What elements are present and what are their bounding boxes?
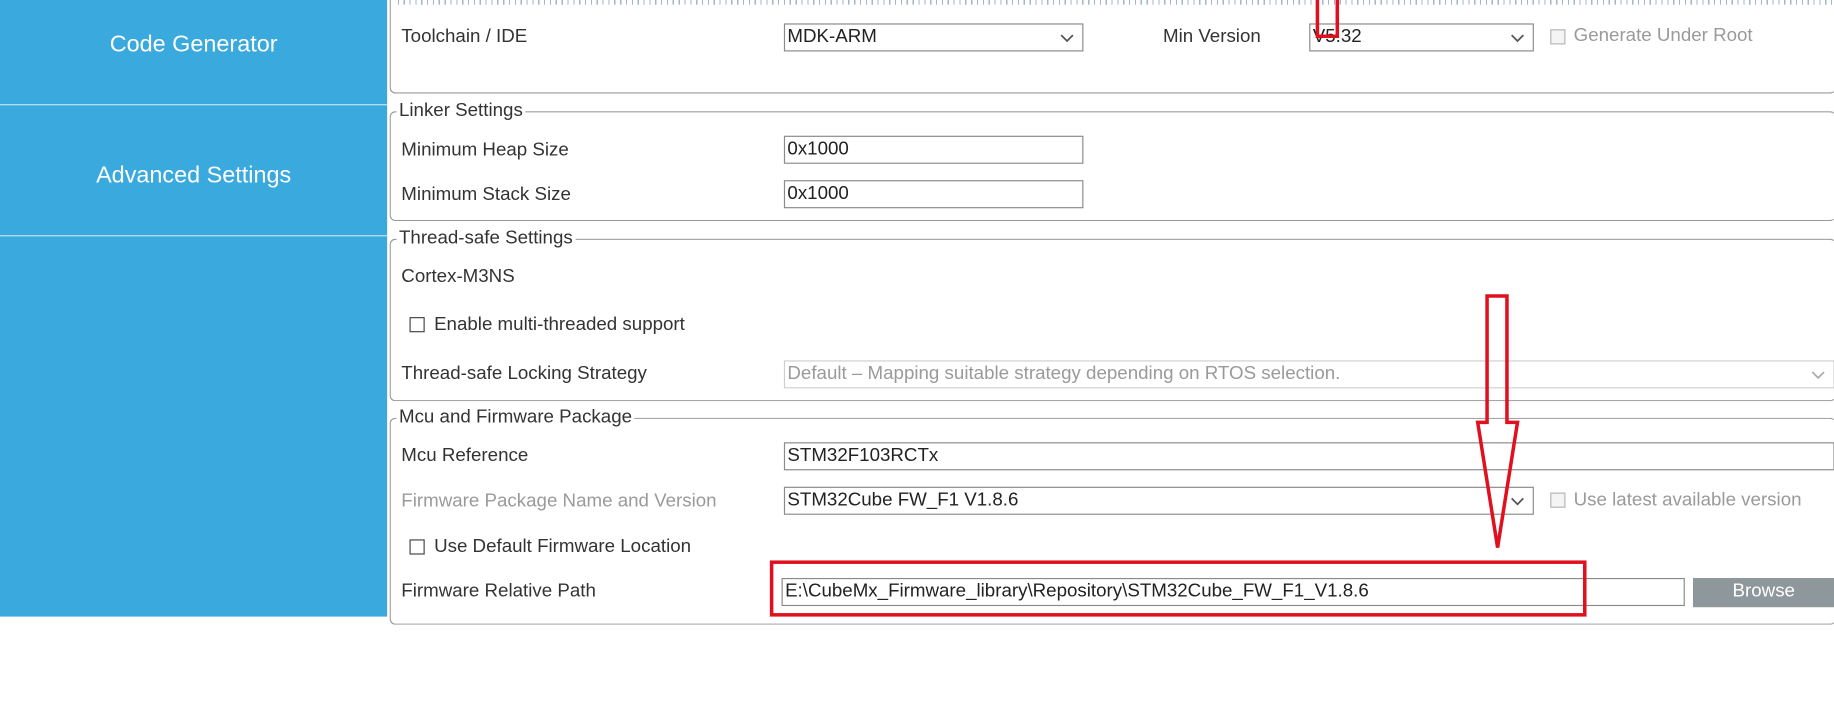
annotation-arrow-icon: [1315, 0, 1520, 548]
